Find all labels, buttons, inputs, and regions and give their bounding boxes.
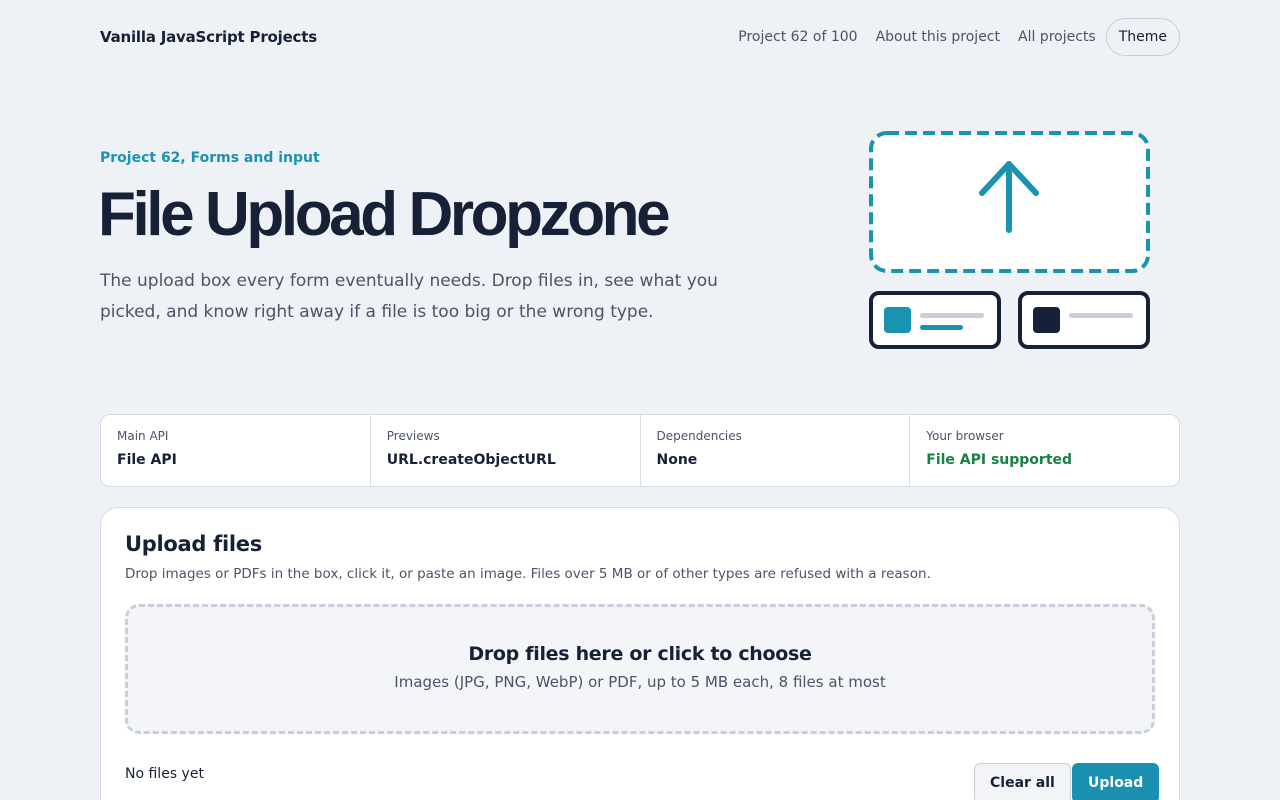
project-progress-link[interactable]: Project 62 of 100	[738, 29, 857, 45]
fact-value: None	[656, 452, 698, 468]
dropzone-hint: Images (JPG, PNG, WebP) or PDF, up to 5 …	[394, 673, 886, 691]
top-nav: Project 62 of 100 About this project All…	[738, 18, 1180, 56]
fact-label: Dependencies	[656, 429, 742, 443]
fact-browser-support: Your browser File API supported	[909, 415, 1179, 486]
file-dropzone[interactable]: Drop files here or click to choose Image…	[125, 604, 1155, 734]
fact-label: Previews	[386, 429, 440, 443]
upload-panel: Upload files Drop images or PDFs in the …	[100, 507, 1180, 800]
upload-panel-title: Upload files	[125, 532, 262, 556]
upload-illustration	[869, 131, 1150, 349]
dropzone-title: Drop files here or click to choose	[468, 643, 812, 665]
top-bar: Vanilla JavaScript Projects Project 62 o…	[100, 18, 1180, 56]
clear-all-button[interactable]: Clear all	[974, 763, 1071, 800]
fact-previews: Previews URL.createObjectURL	[369, 415, 640, 486]
file-list-status: No files yet	[125, 766, 204, 782]
project-eyebrow: Project 62, Forms and input	[100, 150, 320, 166]
fact-label: Main API	[117, 429, 169, 443]
page-title: File Upload Dropzone	[98, 180, 671, 249]
all-projects-link[interactable]: All projects	[1018, 29, 1096, 45]
fact-label: Your browser	[926, 429, 1004, 443]
upload-button[interactable]: Upload	[1072, 763, 1160, 800]
theme-toggle-button[interactable]: Theme	[1105, 18, 1180, 56]
about-project-link[interactable]: About this project	[876, 29, 1000, 45]
illustration-file-card-1	[869, 291, 1001, 349]
site-brand[interactable]: Vanilla JavaScript Projects	[100, 28, 317, 46]
upload-panel-description: Drop images or PDFs in the box, click it…	[125, 566, 931, 582]
fact-value: File API	[117, 452, 177, 468]
browser-support-status: File API supported	[926, 452, 1073, 468]
page-description: The upload box every form eventually nee…	[100, 271, 718, 322]
fact-main-api: Main API File API	[101, 415, 370, 486]
illustration-file-card-2	[1018, 291, 1150, 349]
fact-value: URL.createObjectURL	[386, 452, 556, 468]
project-facts: Main API File API Previews URL.createObj…	[100, 414, 1180, 487]
fact-dependencies: Dependencies None	[639, 415, 910, 486]
